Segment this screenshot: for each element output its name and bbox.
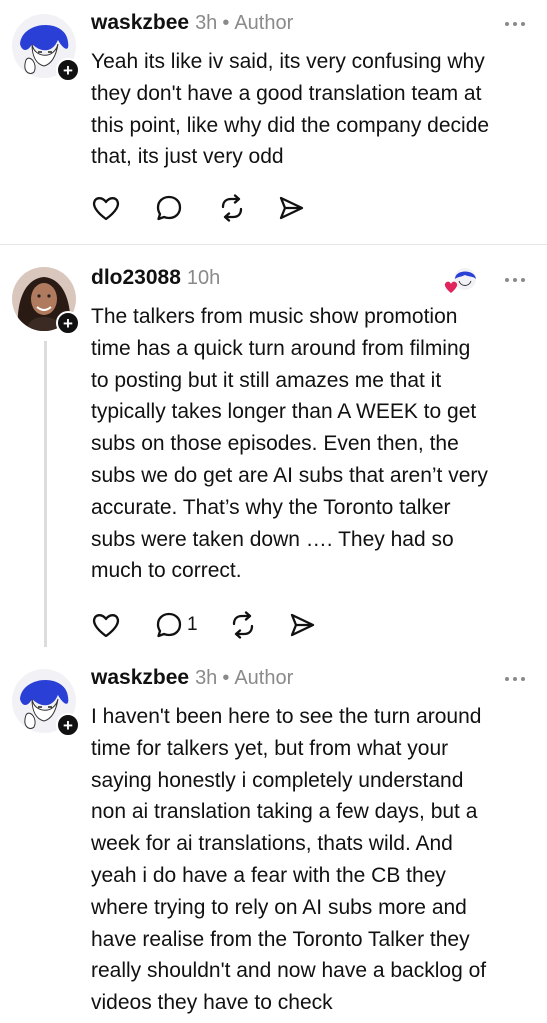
comment-icon — [156, 612, 182, 638]
reply-count: 1 — [187, 614, 198, 635]
liked-by-author-indicator — [443, 267, 479, 295]
comment-1: + waskzbee 3h • Author Yeah its like iv … — [0, 0, 547, 244]
repost-icon — [221, 194, 243, 222]
share-button[interactable] — [288, 611, 316, 639]
more-dots-icon[interactable] — [505, 22, 525, 26]
comment-header: dlo23088 10h — [91, 266, 220, 296]
follow-plus-icon[interactable]: + — [56, 58, 80, 82]
author-liked-avatar-icon — [444, 268, 476, 293]
comment-text: The talkers from music show promotion ti… — [91, 305, 488, 583]
username[interactable]: dlo23088 — [91, 266, 181, 290]
thread-line — [44, 341, 47, 647]
like-button[interactable] — [91, 194, 121, 222]
reply-button[interactable] — [155, 194, 183, 222]
more-dots-icon[interactable] — [505, 278, 525, 282]
action-bar — [91, 194, 305, 222]
like-button[interactable] — [91, 611, 121, 639]
comment-text: Yeah its like iv said, its very confusin… — [91, 50, 490, 169]
repost-button[interactable] — [228, 611, 258, 639]
send-icon — [279, 196, 304, 220]
username[interactable]: waskzbee — [91, 11, 189, 35]
action-bar: 1 — [91, 611, 316, 639]
separator-dot: • — [222, 667, 230, 689]
comment-3: + waskzbee 3h • Author I haven't been he… — [0, 655, 547, 1023]
comment-2: + dlo23088 10h The talkers from music sh… — [0, 245, 547, 653]
username[interactable]: waskzbee — [91, 666, 189, 690]
timestamp: 3h — [195, 667, 218, 689]
author-label: Author — [234, 667, 294, 689]
separator-dot: • — [222, 12, 230, 34]
comment-header: waskzbee 3h • Author — [91, 11, 293, 41]
heart-icon — [92, 197, 120, 221]
follow-plus-icon[interactable]: + — [56, 311, 80, 335]
heart-icon — [92, 614, 120, 638]
comment-text: I haven't been here to see the turn arou… — [91, 705, 487, 1015]
send-icon — [290, 613, 314, 637]
more-dots-icon[interactable] — [505, 677, 525, 681]
repost-icon — [232, 611, 253, 639]
follow-plus-icon[interactable]: + — [56, 713, 80, 737]
timestamp: 10h — [186, 267, 221, 289]
share-button[interactable] — [277, 194, 305, 222]
repost-button[interactable] — [217, 194, 247, 222]
comment-header: waskzbee 3h • Author — [91, 666, 293, 696]
author-label: Author — [234, 12, 294, 34]
comment-icon — [156, 195, 182, 221]
reply-button[interactable]: 1 — [155, 611, 198, 639]
timestamp: 3h — [195, 12, 218, 34]
